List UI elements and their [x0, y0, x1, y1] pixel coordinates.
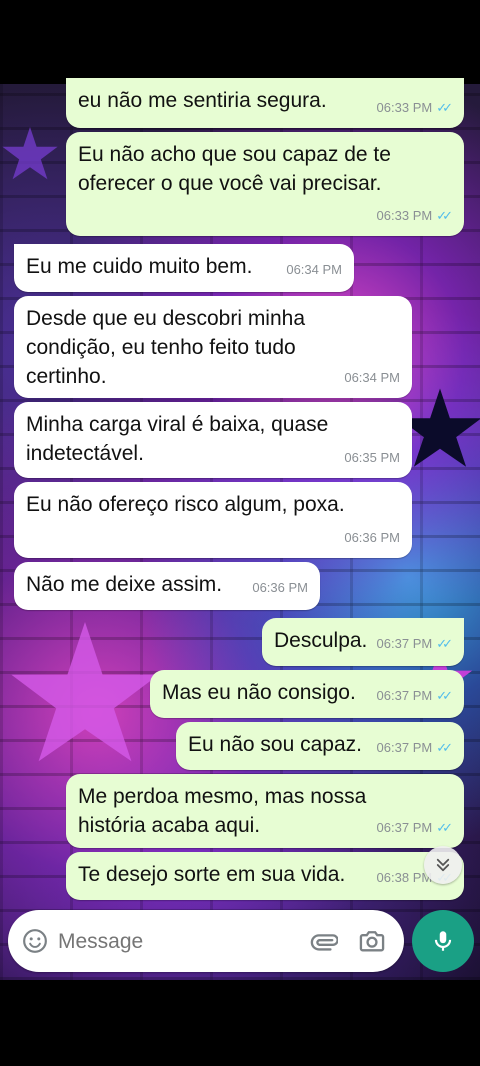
message-text: Não me deixe assim.: [26, 573, 223, 596]
star-decoration-icon: [11, 622, 159, 762]
message-time: 06:37 PM: [376, 688, 433, 703]
message-meta: 06:37 PM ✓✓: [376, 733, 453, 762]
camera-icon[interactable]: [358, 927, 386, 955]
message-time: 06:34 PM: [344, 370, 400, 385]
double-check-icon: ✓✓: [436, 820, 453, 835]
message-text: eu não me sentiria segura.: [78, 89, 327, 112]
message-text: Eu não sou capaz.: [188, 733, 362, 756]
voice-record-button[interactable]: [412, 910, 474, 972]
message-time: 06:35 PM: [344, 450, 400, 465]
message-meta: 06:34 PM: [286, 255, 342, 284]
message-text: oferecer o que você vai precisar.: [78, 172, 382, 195]
message-bubble-outgoing[interactable]: Mas eu não consigo. 06:37 PM ✓✓: [150, 670, 464, 718]
message-bubble-incoming[interactable]: Minha carga viral é baixa, quase indetec…: [14, 402, 412, 478]
message-time: 06:37 PM: [376, 820, 433, 835]
message-meta: 06:36 PM: [252, 573, 308, 602]
star-decoration-icon: [2, 127, 58, 180]
message-text: indetectável.: [26, 442, 144, 465]
message-text: Eu me cuido muito bem.: [26, 255, 253, 278]
message-bubble-outgoing[interactable]: Eu não sou capaz. 06:37 PM ✓✓: [176, 722, 464, 770]
message-time: 06:36 PM: [344, 530, 400, 545]
message-text: Desde que eu descobri minha: [26, 307, 306, 330]
message-time: 06:37 PM: [376, 636, 433, 651]
message-text: Me perdoa mesmo, mas nossa: [78, 785, 367, 808]
message-text: Te desejo sorte em sua vida.: [78, 863, 346, 886]
double-check-icon: ✓✓: [436, 740, 453, 755]
message-time: 06:33 PM: [376, 100, 433, 115]
message-bubble-outgoing[interactable]: Eu não acho que sou capaz de te oferecer…: [66, 132, 464, 236]
message-meta: 06:33 PM ✓✓: [376, 201, 453, 230]
message-meta: 06:34 PM: [344, 363, 400, 392]
message-text: condição, eu tenho feito tudo: [26, 336, 296, 359]
message-text: Desculpa.: [274, 629, 368, 652]
double-check-icon: ✓✓: [436, 208, 453, 223]
message-bubble-incoming[interactable]: Eu me cuido muito bem. 06:34 PM: [14, 244, 354, 292]
microphone-icon: [434, 931, 452, 951]
message-bubble-outgoing[interactable]: eu não me sentiria segura. 06:33 PM ✓✓: [66, 78, 464, 128]
message-meta: 06:35 PM: [344, 443, 400, 472]
message-meta: 06:37 PM ✓✓: [376, 813, 453, 842]
message-meta: 06:37 PM ✓✓: [376, 681, 453, 710]
double-check-icon: ✓✓: [436, 636, 453, 651]
message-meta: 06:36 PM: [344, 523, 400, 552]
emoji-icon[interactable]: [22, 928, 48, 954]
message-text: certinho.: [26, 365, 107, 388]
message-bubble-incoming[interactable]: Não me deixe assim. 06:36 PM: [14, 562, 320, 610]
message-bubble-incoming[interactable]: Eu não ofereço risco algum, poxa. 06:36 …: [14, 482, 412, 558]
message-time: 06:37 PM: [376, 740, 433, 755]
message-time: 06:33 PM: [376, 208, 433, 223]
message-text: Eu não acho que sou capaz de te: [78, 143, 391, 166]
message-bubble-outgoing[interactable]: Desculpa. 06:37 PM ✓✓: [262, 618, 464, 666]
message-bubble-incoming[interactable]: Desde que eu descobri minha condição, eu…: [14, 296, 412, 398]
message-text: história acaba aqui.: [78, 814, 261, 837]
scroll-to-bottom-button[interactable]: [424, 846, 462, 884]
message-meta: 06:37 PM ✓✓: [376, 629, 453, 658]
message-text: Mas eu não consigo.: [162, 681, 356, 704]
double-chevron-down-icon: [436, 858, 450, 872]
message-text: Minha carga viral é baixa, quase: [26, 413, 329, 436]
message-bubble-outgoing[interactable]: Te desejo sorte em sua vida. 06:38 PM✓✓: [66, 852, 464, 900]
paperclip-icon[interactable]: [310, 927, 338, 955]
message-input[interactable]: [56, 924, 300, 960]
double-check-icon: ✓✓: [436, 688, 453, 703]
message-meta: 06:33 PM ✓✓: [376, 93, 453, 122]
double-check-icon: ✓✓: [436, 100, 453, 115]
message-composer: [8, 910, 404, 972]
message-time: 06:34 PM: [286, 262, 342, 277]
message-time: 06:36 PM: [252, 580, 308, 595]
message-bubble-outgoing[interactable]: Me perdoa mesmo, mas nossa história acab…: [66, 774, 464, 848]
message-text: Eu não ofereço risco algum, poxa.: [26, 493, 345, 516]
